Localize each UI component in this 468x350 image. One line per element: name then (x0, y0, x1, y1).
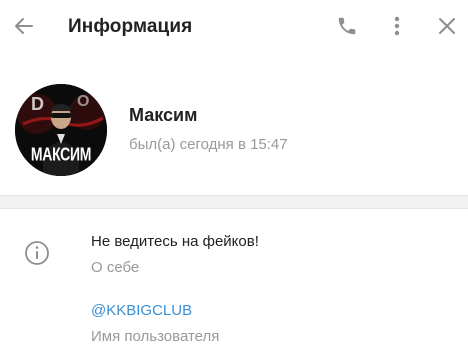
page-title: Информация (68, 16, 193, 37)
avatar-caption: МАКСИМ (30, 143, 92, 165)
profile-section: D O МАКСИМ (0, 80, 468, 180)
bio-text: Не ведитесь на фейков! (91, 233, 259, 250)
bio-label: О себе (91, 259, 140, 276)
avatar[interactable]: D O МАКСИМ (15, 84, 107, 176)
back-button[interactable] (10, 12, 38, 40)
header-bar: Информация (0, 0, 468, 56)
profile-name: Максим (129, 105, 198, 125)
call-button[interactable] (334, 13, 360, 39)
last-seen-status: был(а) сегодня в 15:47 (129, 136, 288, 153)
close-button[interactable] (434, 13, 460, 39)
more-vertical-icon (394, 16, 400, 36)
section-divider (0, 195, 468, 209)
username-link[interactable]: @KKBIGCLUB (91, 302, 192, 319)
info-icon (24, 240, 50, 266)
username-label: Имя пользователя (91, 328, 220, 345)
svg-text:O: O (77, 93, 89, 110)
close-icon (439, 18, 455, 34)
arrow-left-icon (15, 18, 33, 34)
phone-icon (338, 17, 356, 35)
more-options-button[interactable] (384, 13, 410, 39)
svg-text:D: D (31, 94, 44, 114)
